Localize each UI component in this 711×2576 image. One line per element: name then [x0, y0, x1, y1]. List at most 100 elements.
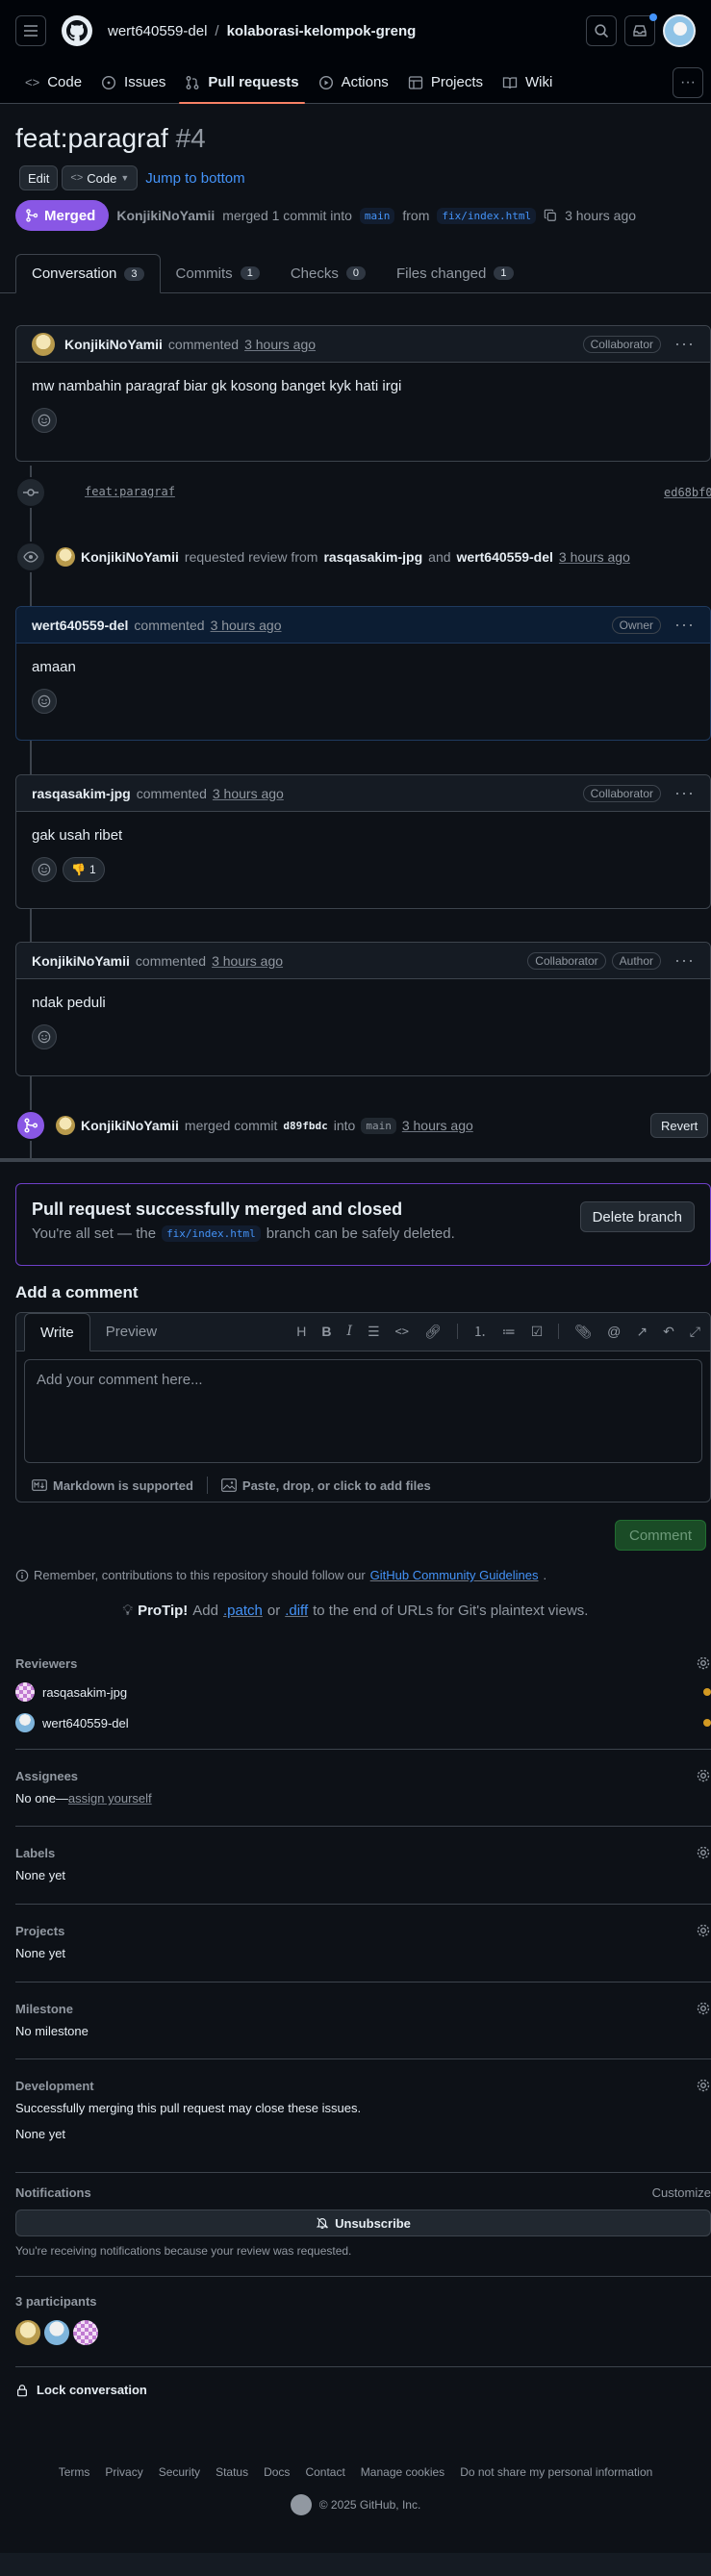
italic-icon[interactable]: I [346, 1324, 352, 1339]
gear-icon[interactable] [696, 1845, 711, 1860]
user-avatar[interactable] [663, 14, 696, 47]
footer-link-manage-cookies[interactable]: Manage cookies [361, 2465, 444, 2479]
nav-code[interactable]: <> Code [15, 62, 91, 103]
reviewer-item[interactable]: wert640559-del [15, 1713, 711, 1732]
lock-conversation[interactable]: Lock conversation [15, 2383, 711, 2397]
comment-options-icon[interactable]: ··· [674, 615, 695, 635]
merge-time[interactable]: 3 hours ago [402, 1118, 473, 1133]
unsubscribe-button[interactable]: Unsubscribe [15, 2210, 711, 2236]
reply-icon[interactable]: ↶ [663, 1324, 674, 1340]
diff-link[interactable]: .diff [285, 1603, 308, 1619]
reviewer-link[interactable]: wert640559-del [457, 549, 553, 565]
footer-link-do-not-share[interactable]: Do not share my personal information [460, 2465, 652, 2479]
customize-link[interactable]: Customize [652, 2185, 711, 2200]
gear-icon[interactable] [696, 2078, 711, 2093]
avatar[interactable] [56, 547, 75, 567]
comment-author[interactable]: rasqasakim-jpg [32, 786, 131, 801]
copy-icon[interactable] [544, 209, 557, 222]
comment-time[interactable]: 3 hours ago [211, 618, 282, 633]
reviewer-link[interactable]: rasqasakim-jpg [323, 549, 422, 565]
community-guidelines-link[interactable]: GitHub Community Guidelines [370, 1568, 539, 1582]
menu-button[interactable] [15, 15, 46, 46]
footer-link-security[interactable]: Security [159, 2465, 200, 2479]
commit-message-link[interactable]: feat:paragraf [85, 485, 175, 498]
merge-branch[interactable]: main [361, 1117, 396, 1134]
jump-to-bottom-link[interactable]: Jump to bottom [145, 170, 244, 187]
unordered-list-icon[interactable]: ≔ [502, 1324, 516, 1340]
comment-author[interactable]: wert640559-del [32, 618, 128, 633]
comment-author[interactable]: KonjikiNoYamii [32, 953, 130, 969]
edit-title-button[interactable]: Edit [19, 165, 59, 191]
nav-more-button[interactable]: ··· [673, 67, 703, 98]
review-actor[interactable]: KonjikiNoYamii [81, 549, 179, 565]
thumbs-down-reaction[interactable]: 👎 1 [63, 857, 105, 882]
reviewer-item[interactable]: rasqasakim-jpg [15, 1682, 711, 1702]
footer-link-status[interactable]: Status [216, 2465, 248, 2479]
repo-name-link[interactable]: kolaborasi-kelompok-greng [227, 23, 417, 39]
github-logo-icon[interactable] [290, 2494, 312, 2515]
footer-link-privacy[interactable]: Privacy [105, 2465, 142, 2479]
code-dropdown-button[interactable]: <> Code ▼ [62, 165, 139, 191]
head-branch[interactable]: fix/index.html [437, 207, 537, 224]
nav-wiki[interactable]: Wiki [493, 62, 562, 103]
cross-reference-icon[interactable]: ↗ [636, 1324, 648, 1340]
add-reaction-button[interactable] [32, 1024, 57, 1049]
avatar[interactable] [56, 1116, 75, 1135]
link-icon[interactable]: 🔗︎ [424, 1324, 442, 1340]
nav-actions[interactable]: Actions [309, 62, 398, 103]
revert-button[interactable]: Revert [650, 1113, 709, 1138]
merged-branch[interactable]: fix/index.html [162, 1225, 261, 1242]
comment-time[interactable]: 3 hours ago [213, 786, 284, 801]
add-reaction-button[interactable] [32, 689, 57, 714]
add-reaction-button[interactable] [32, 408, 57, 433]
markdown-note[interactable]: Markdown is supported [32, 1478, 193, 1493]
quote-icon[interactable]: ☰ [368, 1324, 380, 1340]
github-logo-icon[interactable] [62, 15, 92, 46]
avatar[interactable] [32, 332, 55, 356]
comment-time[interactable]: 3 hours ago [212, 953, 283, 969]
inbox-button[interactable] [624, 13, 657, 46]
footer-link-docs[interactable]: Docs [264, 2465, 290, 2479]
fullscreen-icon[interactable]: ⤢ [690, 1324, 700, 1340]
gear-icon[interactable] [696, 2001, 711, 2016]
nav-issues[interactable]: Issues [91, 62, 175, 103]
nav-projects[interactable]: Projects [398, 62, 493, 103]
tab-preview[interactable]: Preview [90, 1312, 172, 1351]
assign-yourself-link[interactable]: assign yourself [68, 1791, 152, 1806]
review-time[interactable]: 3 hours ago [559, 549, 630, 565]
avatar[interactable] [44, 2320, 69, 2345]
comment-options-icon[interactable]: ··· [674, 334, 695, 354]
attach-files[interactable]: Paste, drop, or click to add files [221, 1478, 431, 1493]
tab-files-changed[interactable]: Files changed 1 [381, 254, 529, 292]
tab-write[interactable]: Write [24, 1313, 90, 1351]
delete-branch-button[interactable]: Delete branch [579, 1201, 695, 1232]
gear-icon[interactable] [696, 1768, 711, 1783]
tab-conversation[interactable]: Conversation 3 [15, 254, 161, 294]
add-reaction-button[interactable] [32, 857, 57, 882]
tab-commits[interactable]: Commits 1 [161, 254, 275, 292]
comment-author[interactable]: KonjikiNoYamii [64, 337, 163, 352]
comment-time[interactable]: 3 hours ago [244, 337, 316, 352]
comment-options-icon[interactable]: ··· [674, 783, 695, 803]
tasklist-icon[interactable]: ☑ [531, 1324, 544, 1340]
commit-sha-link[interactable]: ed68bf0 [664, 486, 711, 499]
tab-checks[interactable]: Checks 0 [275, 254, 381, 292]
paperclip-icon[interactable]: 📎︎ [574, 1324, 592, 1340]
footer-link-contact[interactable]: Contact [305, 2465, 344, 2479]
comment-submit-button[interactable]: Comment [615, 1520, 707, 1551]
heading-icon[interactable]: H [296, 1324, 306, 1339]
ordered-list-icon[interactable]: ⒈ [473, 1322, 487, 1341]
gear-icon[interactable] [696, 1923, 711, 1938]
nav-pull-requests[interactable]: Pull requests [175, 62, 308, 104]
base-branch[interactable]: main [359, 207, 395, 224]
code-icon[interactable]: <> [395, 1325, 409, 1338]
mention-icon[interactable]: @ [607, 1324, 621, 1339]
patch-link[interactable]: .patch [223, 1603, 263, 1619]
pr-author-link[interactable]: KonjikiNoYamii [116, 208, 215, 223]
avatar[interactable] [15, 2320, 40, 2345]
gear-icon[interactable] [696, 1655, 711, 1671]
search-button[interactable] [586, 15, 617, 46]
merge-commit-sha[interactable]: d89fbdc [283, 1120, 327, 1132]
comment-textarea[interactable]: Add your comment here... [24, 1359, 702, 1463]
avatar[interactable] [73, 2320, 98, 2345]
